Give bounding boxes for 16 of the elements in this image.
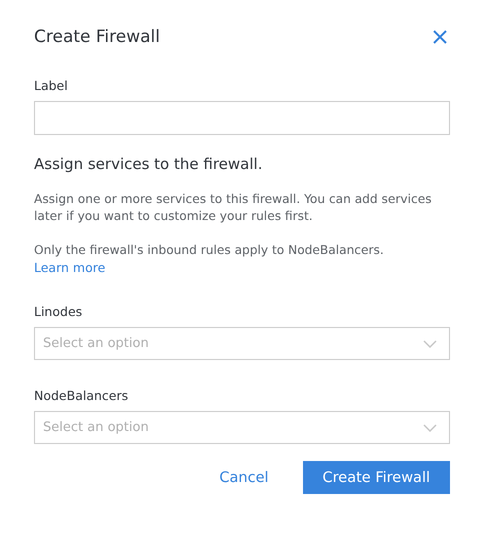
dialog-title: Create Firewall	[34, 27, 160, 47]
description-text: Only the firewall's inbound rules apply to NodeBalancers.	[34, 242, 385, 259]
select-field[interactable]: Select an option	[34, 327, 450, 360]
field-label: Linodes	[34, 304, 84, 319]
description-text: Assign one or more services to this firewall. You can add services later if you want to customize your rules first.	[34, 191, 433, 225]
section-heading: Assign services to the firewall.	[34, 155, 264, 173]
learn-more-link[interactable]: Learn more	[34, 259, 106, 276]
field-label: Label	[34, 78, 69, 93]
field-label: NodeBalancers	[34, 388, 130, 403]
select-field[interactable]: Select an option	[34, 411, 450, 444]
chevron-down-icon	[423, 424, 437, 432]
cancel-button[interactable]: Cancel	[219, 464, 269, 492]
label-input-field[interactable]	[34, 101, 450, 135]
chevron-down-icon	[423, 340, 437, 348]
close-icon[interactable]	[432, 29, 448, 45]
create-button[interactable]: Create Firewall	[302, 461, 450, 494]
